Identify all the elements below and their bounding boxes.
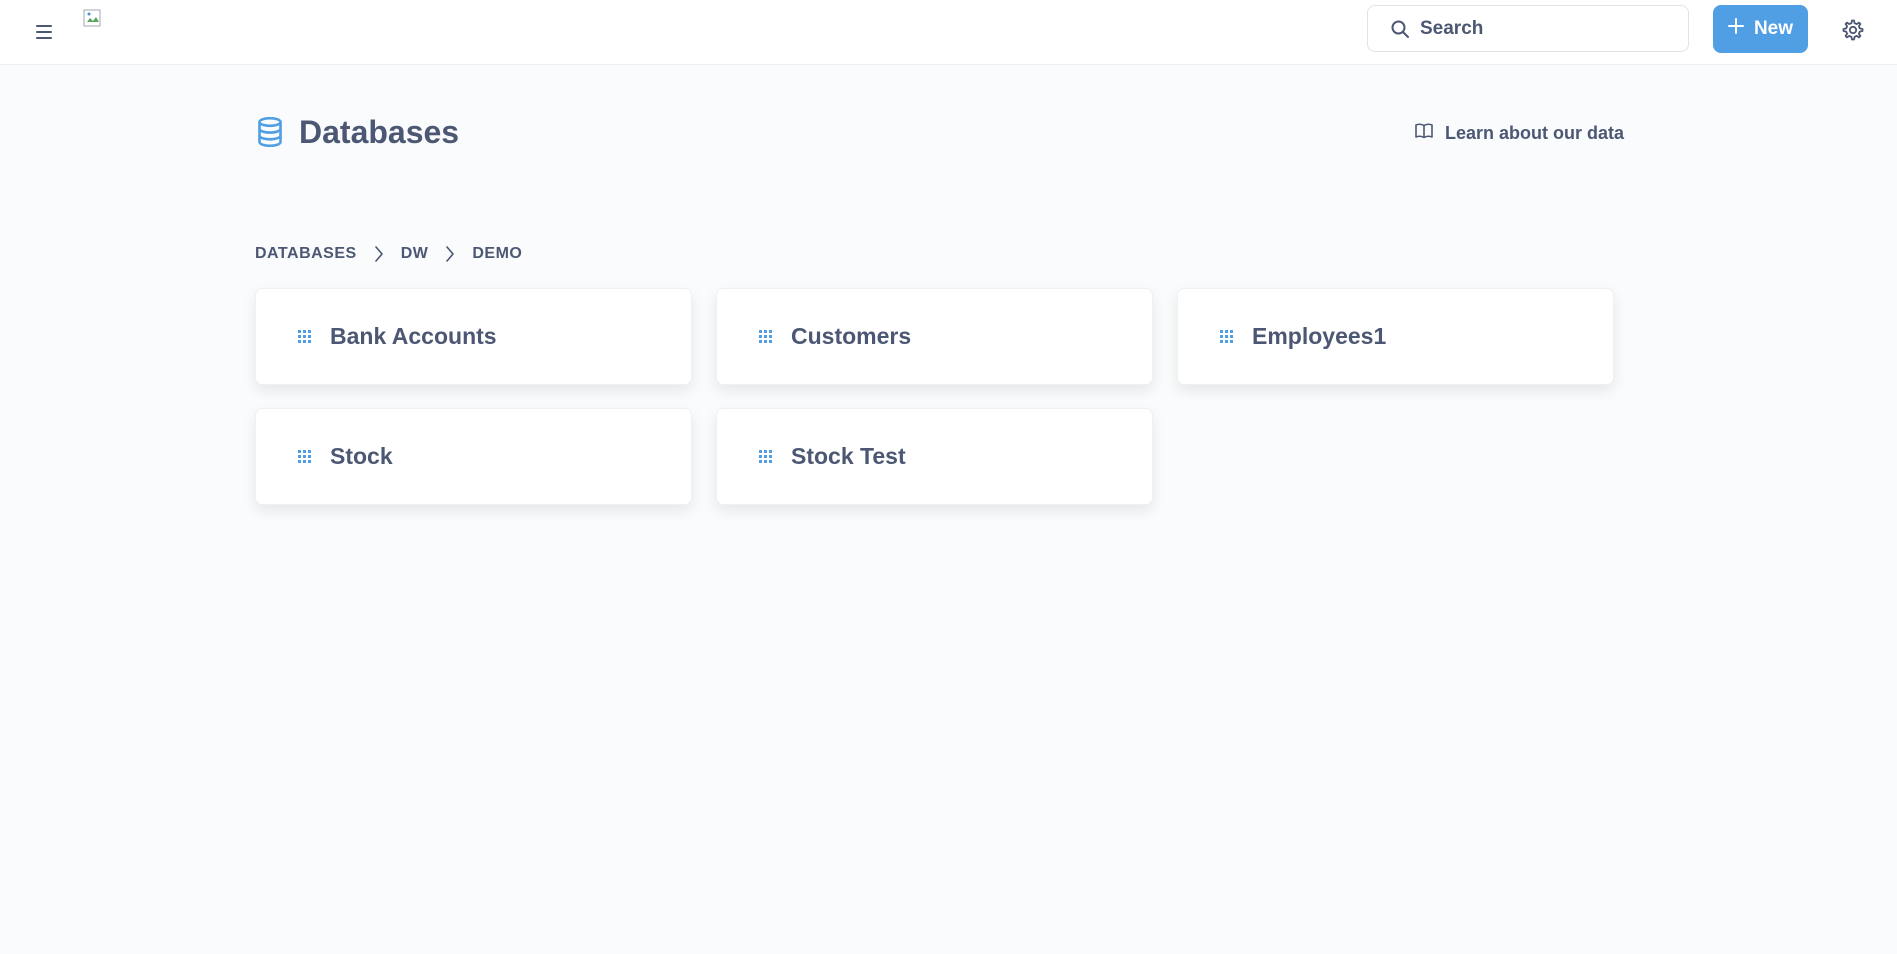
breadcrumb-demo: DEMO: [472, 245, 523, 262]
learn-link-label: Learn about our data: [1445, 122, 1625, 143]
breadcrumb: DATABASES DW DEMO: [255, 242, 522, 266]
chevron-right-icon: [428, 246, 472, 262]
table-card-name: Stock: [330, 443, 393, 469]
top-navbar: Search New: [0, 0, 1897, 65]
learn-about-data-link[interactable]: Learn about our data: [1415, 120, 1624, 146]
search-box[interactable]: Search: [1367, 5, 1689, 52]
book-icon: [1415, 123, 1433, 144]
broken-image-icon: [83, 9, 101, 27]
table-card-customers[interactable]: Customers: [716, 288, 1153, 385]
table-grid-icon: [297, 329, 313, 345]
search-placeholder: Search: [1420, 17, 1484, 39]
table-card-stock[interactable]: Stock: [255, 408, 692, 505]
new-button-label: New: [1753, 18, 1794, 39]
breadcrumb-databases[interactable]: DATABASES: [255, 245, 357, 263]
gear-icon[interactable]: [1840, 17, 1866, 43]
hamburger-icon[interactable]: [33, 20, 57, 44]
table-grid-icon: [758, 329, 774, 345]
plus-icon: [1727, 18, 1744, 40]
table-card-name: Customers: [791, 323, 912, 349]
table-card-employees1[interactable]: Employees1: [1177, 288, 1614, 385]
table-card-name: Stock Test: [791, 443, 906, 469]
table-grid-icon: [1219, 329, 1235, 345]
table-card-name: Employees1: [1252, 323, 1387, 349]
table-card-bank-accounts[interactable]: Bank Accounts: [255, 288, 692, 385]
page-title: Databases: [299, 113, 460, 150]
search-icon: [1389, 18, 1411, 40]
table-card-stock-test[interactable]: Stock Test: [716, 408, 1153, 505]
logo-image[interactable]: [83, 9, 105, 31]
breadcrumb-dw[interactable]: DW: [401, 245, 429, 263]
table-grid-icon: [758, 449, 774, 465]
new-button[interactable]: New: [1713, 5, 1808, 53]
database-icon: [255, 115, 285, 149]
table-grid-icon: [297, 449, 313, 465]
chevron-right-icon: [357, 246, 401, 262]
page-header: Databases: [255, 108, 459, 156]
table-card-name: Bank Accounts: [330, 323, 497, 349]
